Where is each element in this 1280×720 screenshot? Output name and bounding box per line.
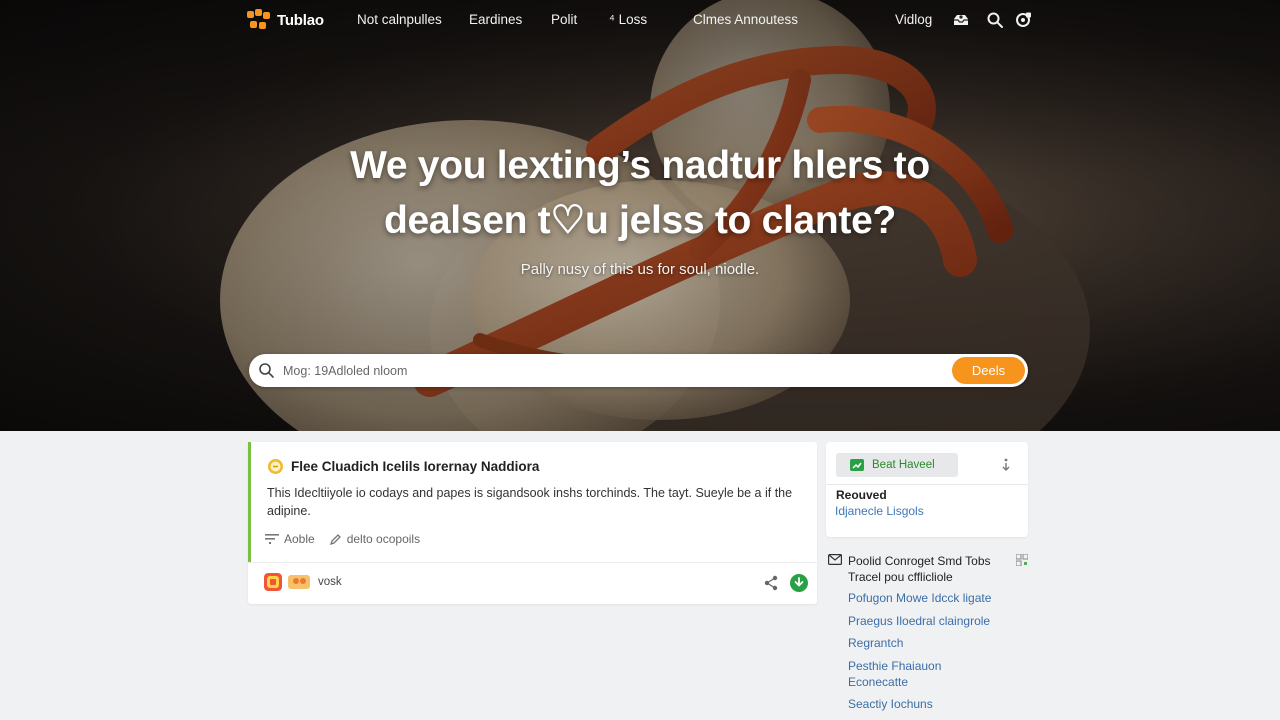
card-title[interactable]: Flee Cluadich Icelils Iorernay Naddiora [267,458,539,475]
qr-code-icon[interactable] [1016,554,1028,566]
app-badge-icon[interactable] [264,573,282,591]
user-link[interactable]: Vidlog [895,12,932,27]
envelope-icon [828,554,842,565]
sidebar-card: Beat Haveel Reouved Idjanecle Lisgols [826,442,1028,537]
nav-link-4[interactable]: ⁴ Loss [609,12,647,27]
headline-line-1: We you lexting’s nadtur hlers to [350,144,930,187]
chart-up-icon [850,459,864,471]
card-divider [248,562,817,563]
lines-icon [265,534,279,544]
download-icon[interactable] [789,573,809,593]
hero-subline: Pally nusy of this us for soul, niodle. [520,261,760,278]
footer-text: vosk [318,576,342,588]
meta-link[interactable]: delto ocopoils [329,532,420,546]
inbox-icon[interactable] [952,11,970,29]
related-links-list: Pofugon Mowe Idcck ligate Praegus Iloedr… [848,590,1028,719]
brand-name: Tublao [277,11,324,29]
users-icon[interactable] [288,574,312,590]
sidebar-link[interactable]: Idjanecle Lisgols [835,504,924,518]
logo-icon [247,9,270,29]
meta-label: Aoble [265,532,315,546]
card-description: This Idecltiiyole io codays and papes is… [267,486,793,518]
search-input-icon [259,363,274,378]
nav-link-2[interactable]: Eardines [469,12,522,27]
related-link-2[interactable]: Praegus Iloedral claingrole [848,613,1028,629]
search-button[interactable]: Deels [952,357,1025,384]
settings-icon[interactable] [1014,11,1032,29]
hero-banner: Tublao Not calnpulles Eardines Polit ⁴ L… [0,0,1280,431]
sidebar-action-label: Beat Haveel [872,459,935,471]
share-icon[interactable] [763,575,779,591]
nav-link-4-label: Loss [618,12,648,27]
top-nav: Tublao Not calnpulles Eardines Polit ⁴ L… [0,0,1280,40]
card-title-text: Flee Cluadich Icelils Iorernay Naddiora [291,459,540,474]
search-input[interactable] [283,354,933,387]
related-link-4[interactable]: Pesthie Fhaiauon Econecatte [848,658,958,690]
nav-link-4-prefix: ⁴ [609,12,615,27]
nav-link-1[interactable]: Not calnpulles [357,12,442,27]
card-body: Flee Cluadich Icelils Iorernay Naddiora … [248,442,817,562]
meta-link-text: delto ocopoils [346,532,421,546]
pencil-icon [329,533,341,545]
related-link-1[interactable]: Pofugon Mowe Idcck ligate [848,590,1028,606]
coin-icon [268,459,283,474]
sidebar-action-button[interactable]: Beat Haveel [836,453,958,477]
more-options-icon[interactable] [1000,457,1012,473]
related-link-3[interactable]: Regrantch [848,635,1028,651]
sidebar-section-label: Reouved [836,488,887,502]
headline-line-2: dealsen t♡u jelss to clante? [383,199,897,242]
related-link-5[interactable]: Seactiy Iochuns [848,696,1028,712]
meta-label-text: Aoble [284,532,315,546]
search-bar: Deels [249,354,1028,387]
search-icon[interactable] [986,11,1004,29]
hero-headline: We you lexting’s nadtur hlers to dealsen… [240,138,1040,248]
card-meta: Aoble delto ocopoils [265,532,420,546]
brand-logo[interactable]: Tublao [247,9,324,31]
card-actions [763,573,809,593]
sidebar-divider [826,484,1028,485]
related-title: Poolid Conroget Smd Tobs Tracel pou cffl… [848,554,991,584]
nav-link-3[interactable]: Polit [551,12,577,27]
nav-link-5[interactable]: Clmes Annoutess [693,12,798,27]
featured-card: Flee Cluadich Icelils Iorernay Naddiora … [248,442,817,604]
card-footer: vosk [264,573,342,591]
